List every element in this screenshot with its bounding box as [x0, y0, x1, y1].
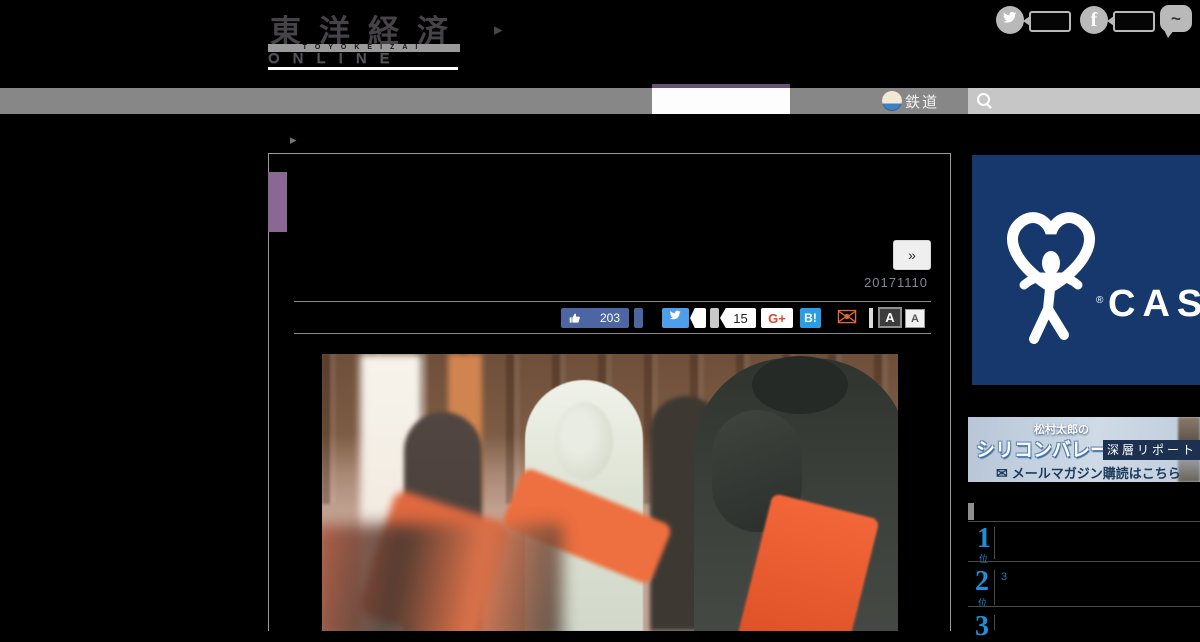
ranking-divider	[968, 521, 1200, 522]
share-separator	[869, 308, 873, 328]
twitter-count-bubble	[1029, 11, 1071, 32]
sv-ad-cta[interactable]: ✉ メールマガジン購読はこちら	[996, 463, 1181, 482]
article-date: 20171110	[864, 275, 928, 290]
sv-ad-cta-label: メールマガジン購読はこちら	[1011, 466, 1181, 481]
share-count-bubble: 15	[720, 308, 756, 328]
category-accent-bar	[268, 172, 287, 232]
font-size-large-button[interactable]: A	[878, 307, 902, 328]
casa-heart-logo-icon	[988, 201, 1114, 356]
casa-registered-mark: ®	[1096, 295, 1104, 306]
casa-ad-banner[interactable]: ® CAS	[972, 155, 1200, 385]
share-count-stub[interactable]	[710, 308, 719, 328]
hatena-bookmark-button[interactable]: B!	[800, 308, 821, 328]
next-page-button[interactable]: »	[893, 240, 931, 270]
facebook-like-button[interactable]: 203	[561, 308, 629, 328]
envelope-icon: ✉	[996, 464, 1008, 481]
railway-avatar-icon	[882, 91, 902, 111]
breadcrumb-arrow-icon: ▸	[290, 132, 297, 147]
ranking-item-2-number[interactable]: 2	[975, 568, 989, 596]
chat-tilde-glyph: ~	[1171, 8, 1181, 28]
ranking-divider	[968, 606, 1200, 607]
search-input[interactable]	[968, 88, 1200, 114]
font-size-small-button[interactable]: A	[905, 309, 925, 328]
twitter-follow-button[interactable]	[996, 6, 1024, 34]
casa-brand-text: CAS	[1108, 283, 1200, 325]
ranking-item-2-note: 3	[1001, 571, 1008, 583]
photo-statue-topknot	[752, 356, 848, 414]
share-divider-bottom	[294, 333, 931, 334]
ranking-item-3-separator	[994, 615, 995, 630]
facebook-share-stub[interactable]	[634, 308, 643, 328]
railway-label: 鉄道	[905, 93, 940, 111]
ranking-item-2-unit: 位	[978, 598, 988, 608]
ranking-section-marker	[968, 503, 974, 520]
facebook-share-button[interactable]: f	[1080, 6, 1108, 34]
mail-share-icon[interactable]: ✉	[830, 304, 864, 330]
twitter-bird-icon	[1002, 10, 1018, 31]
photo-foreground-blur	[322, 524, 562, 631]
logo-underline	[268, 67, 458, 70]
ranking-item-2-separator	[994, 570, 995, 605]
ranking-divider	[968, 561, 1200, 562]
header-arrow-icon: ▸	[494, 20, 503, 39]
site-logo-online: ONLINE	[268, 50, 403, 67]
tweet-count-bubble	[690, 308, 706, 328]
sv-ad-title: シリコンバレー	[976, 440, 1110, 461]
silicon-valley-ad-banner[interactable]: 松村太郎の シリコンバレー 深層リポート ✉ メールマガジン購読はこちら	[968, 417, 1200, 482]
active-nav-tab[interactable]	[652, 88, 790, 114]
facebook-count-bubble	[1113, 11, 1155, 32]
googleplus-share-button[interactable]: G+	[761, 308, 793, 328]
ranking-item-1-separator	[994, 527, 995, 559]
like-count: 203	[599, 311, 620, 325]
chat-bubble-tail	[1164, 30, 1174, 38]
thumbs-up-icon	[569, 312, 581, 327]
chat-bubble-icon[interactable]: ~	[1160, 5, 1192, 32]
ranking-item-3-number[interactable]: 3	[975, 613, 989, 641]
facebook-f-icon: f	[1090, 8, 1098, 31]
nav-item-railway[interactable]: 鉄道	[882, 88, 939, 114]
article-photo	[322, 354, 898, 631]
ranking-item-1-number[interactable]: 1	[977, 525, 991, 553]
ranking-item-1-unit: 位	[979, 554, 989, 564]
photo-statue-white-face	[555, 402, 613, 480]
tweet-button[interactable]	[662, 308, 689, 328]
twitter-bird-icon	[669, 309, 682, 327]
sv-ad-badge: 深層リポート	[1103, 440, 1200, 460]
article-container: » 20171110 203 15 G+ B! ✉ A A	[268, 153, 951, 631]
